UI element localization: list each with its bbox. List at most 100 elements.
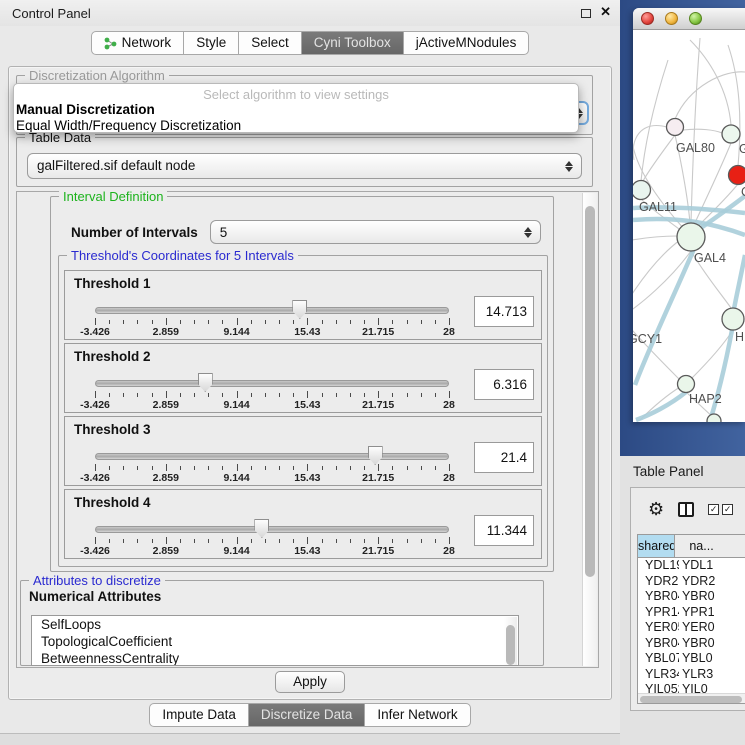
checkbox-icon[interactable]: ✓ <box>722 504 733 515</box>
network-edge[interactable] <box>691 38 700 223</box>
table-row[interactable]: YLR345WYLR3 <box>638 667 745 683</box>
network-canvas[interactable]: GAL80GCGAL11GAL4GCY1HHAP2 <box>633 30 745 422</box>
slider-track[interactable] <box>95 380 449 387</box>
tab-discretize-data[interactable]: Discretize Data <box>248 703 366 727</box>
column-header-name[interactable]: na... <box>675 535 745 557</box>
attribute-list-item[interactable]: TopologicalCoefficient <box>32 633 518 650</box>
apply-button[interactable]: Apply <box>275 671 345 693</box>
threshold-value-field[interactable]: 14.713 <box>474 296 534 327</box>
cell-name[interactable]: YDL1 <box>679 558 745 574</box>
network-edge[interactable] <box>633 236 677 240</box>
node-h[interactable] <box>722 308 744 330</box>
slider-track[interactable] <box>95 307 449 314</box>
cell-shared-name[interactable]: YPR145W <box>638 605 679 621</box>
cell-shared-name[interactable]: YLR345W <box>638 667 679 683</box>
tab-style[interactable]: Style <box>183 31 239 55</box>
threshold-value-field[interactable]: 6.316 <box>474 369 534 400</box>
network-edge-thick[interactable] <box>636 392 686 420</box>
node-gal11[interactable] <box>633 181 651 200</box>
network-edge[interactable] <box>683 129 722 133</box>
attribute-list-item[interactable]: BetweennessCentrality <box>32 650 518 666</box>
zoom-traffic-light[interactable] <box>689 12 702 25</box>
columns-icon[interactable] <box>678 502 694 517</box>
cell-shared-name[interactable]: YDL19... <box>638 558 679 574</box>
close-traffic-light[interactable] <box>641 12 654 25</box>
node-red[interactable] <box>729 166 745 185</box>
attribute-list-item[interactable]: SelfLoops <box>32 616 518 633</box>
cell-name[interactable]: YDR2 <box>679 574 745 590</box>
network-edge-thick[interactable] <box>734 255 745 309</box>
table-row[interactable]: YDL19...YDL1 <box>638 558 745 574</box>
cell-name[interactable]: YLR3 <box>679 667 745 683</box>
tab-network[interactable]: Network <box>91 31 185 55</box>
cell-name[interactable]: YBL0 <box>679 651 745 667</box>
num-intervals-combobox[interactable]: 5 <box>210 220 541 244</box>
slider-thumb[interactable] <box>292 300 307 319</box>
threshold-slider[interactable]: -3.4262.8599.14415.4321.71528 <box>95 518 449 558</box>
table-row[interactable]: YBL079WYBL0 <box>638 651 745 667</box>
column-header-shared-name[interactable]: shared... <box>638 535 675 557</box>
cell-name[interactable]: YER0 <box>679 620 745 636</box>
table-row[interactable]: YDR27...YDR2 <box>638 574 745 590</box>
slider-tick <box>364 539 365 543</box>
node-gal80[interactable] <box>667 119 684 136</box>
slider-track[interactable] <box>95 453 449 460</box>
numerical-attributes-list[interactable]: SelfLoopsTopologicalCoefficientBetweenne… <box>31 615 519 666</box>
network-edge[interactable] <box>633 126 667 160</box>
network-edge[interactable] <box>633 251 691 315</box>
node-hap2[interactable] <box>678 376 695 393</box>
checkbox-icon[interactable]: ✓ <box>708 504 719 515</box>
tab-cyni-toolbox[interactable]: Cyni Toolbox <box>301 31 404 55</box>
gear-icon[interactable]: ⚙ <box>648 500 664 518</box>
cell-shared-name[interactable]: YBR043C <box>638 589 679 605</box>
cell-shared-name[interactable]: YBL079W <box>638 651 679 667</box>
slider-track[interactable] <box>95 526 449 533</box>
node-gal4[interactable] <box>677 223 705 251</box>
cell-name[interactable]: YBR0 <box>679 589 745 605</box>
threshold-slider[interactable]: -3.4262.8599.14415.4321.71528 <box>95 445 449 485</box>
cell-name[interactable]: YBR0 <box>679 636 745 652</box>
algorithm-option[interactable]: Manual Discretization <box>14 102 578 118</box>
network-edge[interactable] <box>675 72 745 119</box>
slider-tick <box>95 318 96 325</box>
slider-tick <box>109 539 110 543</box>
slider-tick-label: 2.859 <box>153 472 179 484</box>
table-data-combobox[interactable]: galFiltered.sif default node <box>27 153 582 179</box>
threshold-slider[interactable]: -3.4262.8599.14415.4321.71528 <box>95 299 449 339</box>
cell-shared-name[interactable]: YBR045C <box>638 636 679 652</box>
table-row[interactable]: YPR145WYPR1 <box>638 605 745 621</box>
tab-impute-data[interactable]: Impute Data <box>149 703 249 727</box>
threshold-value-field[interactable]: 11.344 <box>474 515 534 546</box>
network-edge[interactable] <box>690 40 731 125</box>
tab-select[interactable]: Select <box>238 31 302 55</box>
cell-name[interactable]: YPR1 <box>679 605 745 621</box>
table-row[interactable]: YBR043CYBR0 <box>638 589 745 605</box>
cell-shared-name[interactable]: YDR27... <box>638 574 679 590</box>
node-bottom[interactable] <box>707 414 721 422</box>
slider-tick <box>251 320 252 324</box>
slider-thumb[interactable] <box>198 373 213 392</box>
table-horizontal-scrollbar[interactable] <box>638 693 745 703</box>
settings-vertical-scrollbar[interactable] <box>582 193 597 666</box>
slider-tick-label: 15.43 <box>294 545 320 557</box>
algorithm-option[interactable]: Equal Width/Frequency Discretization <box>14 118 578 134</box>
threshold-value-field[interactable]: 21.4 <box>474 442 534 473</box>
threshold-label: Threshold 2 <box>74 349 151 364</box>
slider-thumb[interactable] <box>254 519 269 538</box>
table-row[interactable]: YBR045CYBR0 <box>638 636 745 652</box>
minimize-traffic-light[interactable] <box>665 12 678 25</box>
attributes-list-scrollbar[interactable] <box>504 617 517 666</box>
network-edge-thick[interactable] <box>710 330 732 421</box>
node-top-right[interactable] <box>722 125 740 143</box>
table-row[interactable]: YER054CYER0 <box>638 620 745 636</box>
slider-tick <box>279 539 280 543</box>
float-window-icon[interactable] <box>581 9 591 18</box>
tab-infer-network[interactable]: Infer Network <box>364 703 470 727</box>
threshold-slider[interactable]: -3.4262.8599.14415.4321.71528 <box>95 372 449 412</box>
network-edge[interactable] <box>643 135 675 181</box>
close-icon[interactable]: ✕ <box>600 4 611 20</box>
tab-jactivemnodules[interactable]: jActiveMNodules <box>403 31 530 55</box>
slider-tick <box>279 320 280 324</box>
cell-shared-name[interactable]: YER054C <box>638 620 679 636</box>
slider-thumb[interactable] <box>368 446 383 465</box>
